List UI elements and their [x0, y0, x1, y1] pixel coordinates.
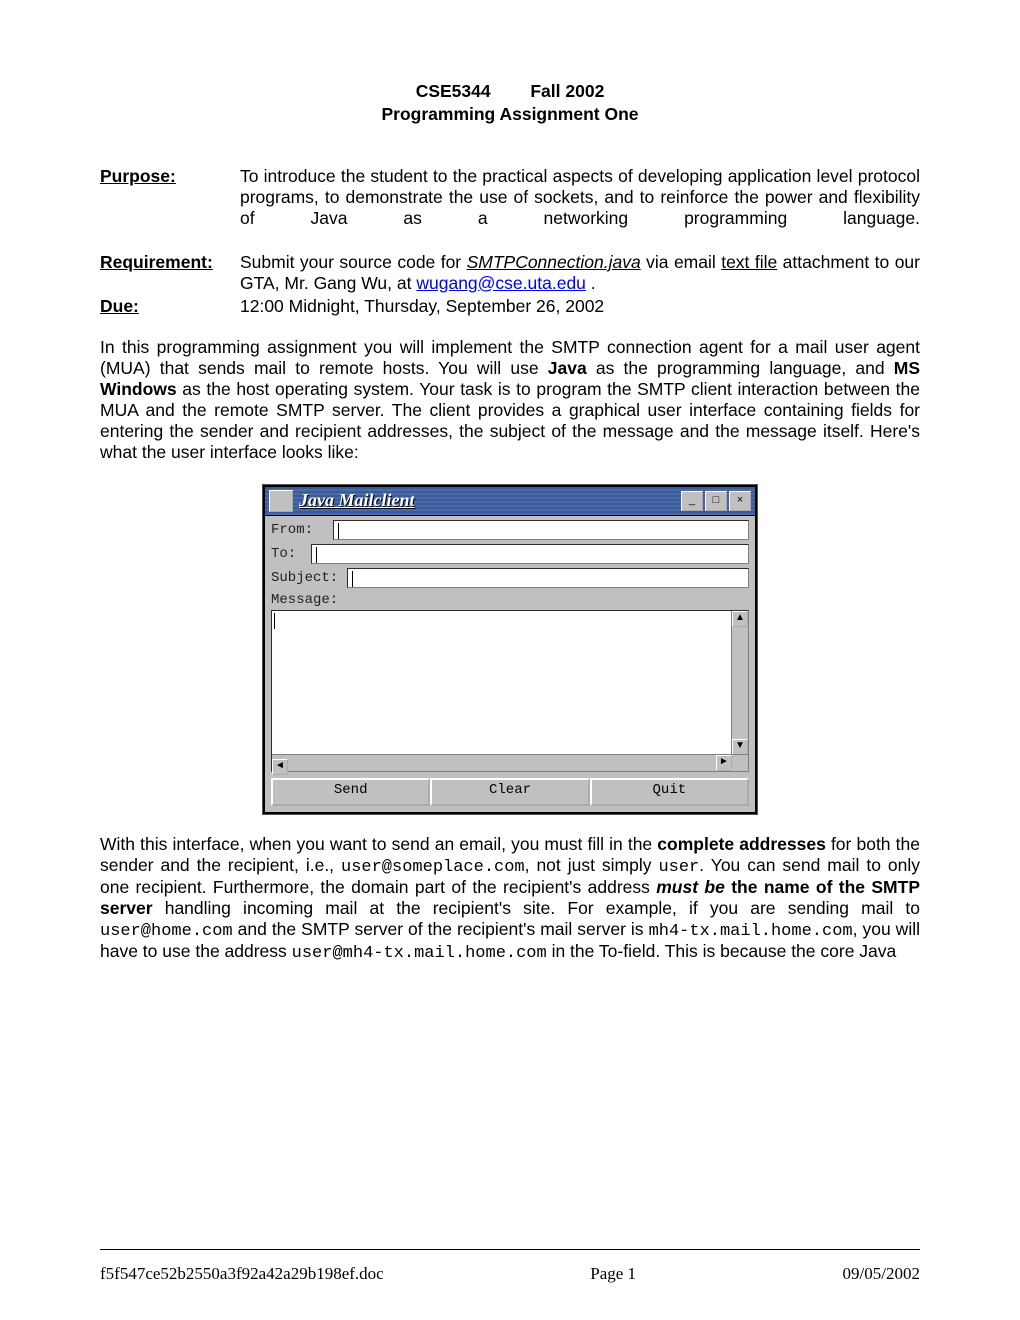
- footer-filename: f5f547ce52b2550a3f92a42a29b198ef.doc: [100, 1264, 384, 1284]
- term: Fall 2002: [530, 81, 604, 101]
- button-row: Send Clear Quit: [271, 778, 749, 806]
- close-icon[interactable]: ×: [729, 491, 751, 511]
- from-input[interactable]: [333, 520, 749, 540]
- gta-email-link[interactable]: wugang@cse.uta.edu: [416, 273, 586, 293]
- document-page: CSE5344 Fall 2002 Programming Assignment…: [0, 0, 1020, 1320]
- subtitle: Programming Assignment One: [100, 103, 920, 126]
- vertical-scrollbar[interactable]: ▲ ▼: [731, 611, 748, 755]
- message-textarea-wrap: ▲ ▼ ◄ ►: [271, 610, 749, 772]
- scroll-down-icon[interactable]: ▼: [732, 739, 748, 755]
- scroll-up-icon[interactable]: ▲: [732, 611, 748, 627]
- p2e: handling incoming mail at the recipient'…: [153, 898, 920, 918]
- req-textfile: text file: [721, 252, 777, 272]
- req-mid: via email: [641, 252, 722, 272]
- clear-button[interactable]: Clear: [430, 778, 589, 806]
- mailclient-window: Java Mailclient _ □ × From: To: Subject:: [263, 485, 757, 814]
- mailclient-body: From: To: Subject: Message: ▲ ▼: [265, 516, 755, 812]
- p2f: and the SMTP server of the recipient's m…: [233, 919, 649, 939]
- from-label: From:: [271, 522, 333, 538]
- window-system-icon[interactable]: [269, 490, 293, 512]
- due-row: Due: 12:00 Midnight, Thursday, September…: [100, 296, 920, 317]
- due-text: 12:00 Midnight, Thursday, September 26, …: [240, 296, 920, 317]
- p2a: With this interface, when you want to se…: [100, 834, 657, 854]
- req-file: SMTPConnection.java: [467, 252, 641, 272]
- mustbe-bold-italic: must be: [656, 877, 725, 897]
- due-label: Due:: [100, 296, 240, 317]
- purpose-row: Purpose: To introduce the student to the…: [100, 166, 920, 250]
- maximize-icon[interactable]: □: [705, 491, 727, 511]
- addr-example-1: user@someplace.com: [341, 858, 525, 877]
- course-code: CSE5344: [416, 81, 491, 101]
- mailclient-figure: Java Mailclient _ □ × From: To: Subject:: [100, 485, 920, 814]
- addr-example-2: user: [658, 858, 699, 877]
- p1c: as the host operating system. Your task …: [100, 379, 920, 462]
- to-input[interactable]: [311, 544, 749, 564]
- req-pre: Submit your source code for: [240, 252, 467, 272]
- quit-button[interactable]: Quit: [590, 778, 749, 806]
- requirement-row: Requirement: Submit your source code for…: [100, 252, 920, 294]
- send-button[interactable]: Send: [271, 778, 430, 806]
- purpose-label: Purpose:: [100, 166, 240, 250]
- addr-example-3: user@home.com: [100, 922, 233, 941]
- scroll-right-icon[interactable]: ►: [716, 755, 732, 771]
- title-block: CSE5344 Fall 2002 Programming Assignment…: [100, 80, 920, 126]
- titlebar: Java Mailclient _ □ ×: [265, 487, 755, 516]
- explanation-paragraph: With this interface, when you want to se…: [100, 834, 920, 963]
- addr-example-5: user@mh4-tx.mail.home.com: [292, 944, 547, 963]
- window-title: Java Mailclient: [299, 490, 681, 511]
- p1b: as the programming language, and: [587, 358, 894, 378]
- intro-paragraph: In this programming assignment you will …: [100, 337, 920, 463]
- footer-page: Page 1: [590, 1264, 636, 1284]
- requirement-body: Submit your source code for SMTPConnecti…: [240, 252, 920, 294]
- footer-date: 09/05/2002: [843, 1264, 920, 1284]
- p2h: in the To-field. This is because the cor…: [547, 941, 897, 961]
- p2c: , not just simply: [525, 855, 659, 875]
- complete-addresses-bold: complete addresses: [657, 834, 826, 854]
- page-footer: f5f547ce52b2550a3f92a42a29b198ef.doc Pag…: [100, 1249, 920, 1284]
- purpose-text: To introduce the student to the practica…: [240, 166, 920, 250]
- horizontal-scrollbar[interactable]: ◄ ►: [272, 754, 748, 771]
- minimize-icon[interactable]: _: [681, 491, 703, 511]
- subject-input[interactable]: [347, 568, 749, 588]
- scroll-left-icon[interactable]: ◄: [272, 759, 288, 775]
- message-label: Message:: [271, 592, 749, 608]
- message-textarea[interactable]: [272, 611, 732, 755]
- scroll-corner: [732, 755, 748, 771]
- addr-example-4: mh4-tx.mail.home.com: [649, 922, 853, 941]
- to-label: To:: [271, 546, 311, 562]
- req-line2-post: .: [586, 273, 596, 293]
- subject-label: Subject:: [271, 570, 347, 586]
- java-bold: Java: [548, 358, 587, 378]
- requirement-label: Requirement:: [100, 252, 240, 294]
